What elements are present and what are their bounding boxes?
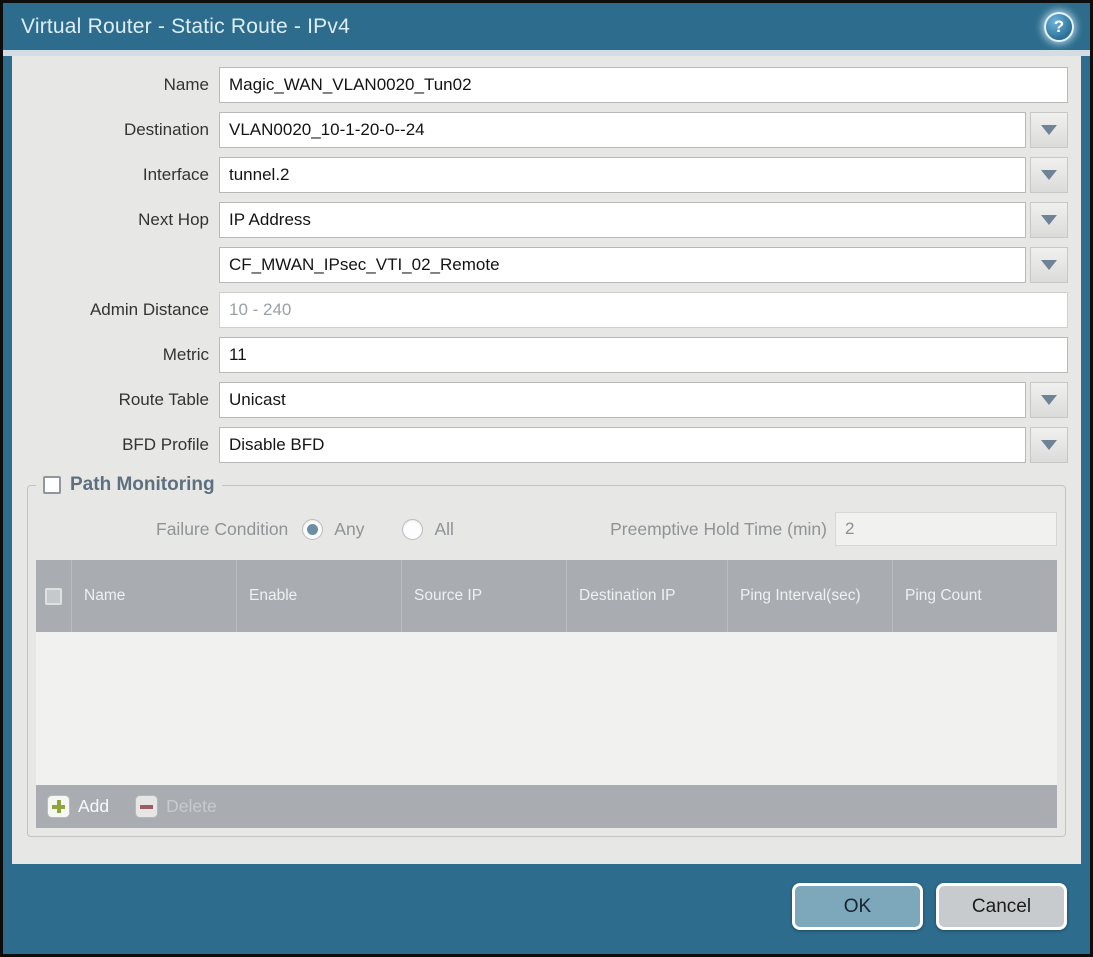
- route-table-dropdown-button[interactable]: [1030, 382, 1068, 418]
- table-toolbar: Add Delete: [36, 785, 1057, 828]
- interface-dropdown-button[interactable]: [1030, 157, 1068, 193]
- column-header-enable[interactable]: Enable: [236, 560, 401, 632]
- name-input[interactable]: [219, 67, 1068, 103]
- failure-condition-row: Failure Condition Any All Preemptive Hol…: [36, 511, 1057, 547]
- path-monitoring-table: Name Enable Source IP Destination IP Pin…: [36, 560, 1057, 828]
- next-hop-label: Next Hop: [25, 210, 219, 230]
- path-monitoring-section: Path Monitoring Failure Condition Any Al…: [27, 474, 1066, 837]
- chevron-down-icon: [1041, 260, 1057, 270]
- failure-condition-option-any[interactable]: Any: [288, 519, 364, 540]
- form-row-admin-distance: Admin Distance: [25, 292, 1068, 328]
- column-header-source-ip[interactable]: Source IP: [401, 560, 566, 632]
- select-all-checkbox[interactable]: [45, 588, 62, 605]
- path-monitoring-title: Path Monitoring: [70, 474, 215, 496]
- form-row-destination: Destination: [25, 112, 1068, 148]
- column-header-ping-interval[interactable]: Ping Interval(sec): [727, 560, 892, 632]
- dialog-titlebar: Virtual Router - Static Route - IPv4 ?: [3, 3, 1090, 50]
- cancel-button[interactable]: Cancel: [936, 883, 1067, 930]
- delete-button[interactable]: Delete: [135, 795, 217, 818]
- destination-input[interactable]: [219, 112, 1026, 148]
- minus-icon: [135, 795, 158, 818]
- bfd-profile-input[interactable]: [219, 427, 1026, 463]
- form-row-name: Name: [25, 67, 1068, 103]
- bfd-profile-label: BFD Profile: [25, 435, 219, 455]
- dialog-body: Name Destination Interface Next Hop: [12, 56, 1081, 864]
- interface-input[interactable]: [219, 157, 1026, 193]
- table-header-row: Name Enable Source IP Destination IP Pin…: [36, 560, 1057, 632]
- chevron-down-icon: [1041, 395, 1057, 405]
- next-hop-address-input[interactable]: [219, 247, 1026, 283]
- admin-distance-label: Admin Distance: [25, 300, 219, 320]
- column-header-destination-ip[interactable]: Destination IP: [566, 560, 727, 632]
- preemptive-hold-time-label: Preemptive Hold Time (min): [610, 519, 835, 540]
- next-hop-type-input[interactable]: [219, 202, 1026, 238]
- path-monitoring-legend: Path Monitoring: [36, 474, 222, 496]
- ok-button[interactable]: OK: [792, 883, 923, 930]
- select-all-column-header: [36, 560, 71, 632]
- dialog-frame: Virtual Router - Static Route - IPv4 ? N…: [0, 0, 1093, 957]
- radio-all-icon[interactable]: [402, 519, 423, 540]
- metric-input[interactable]: [219, 337, 1068, 373]
- dialog-footer: OK Cancel: [3, 864, 1090, 954]
- failure-condition-label: Failure Condition: [156, 519, 288, 540]
- radio-all-label: All: [434, 519, 453, 540]
- column-header-name[interactable]: Name: [71, 560, 236, 632]
- dialog-title: Virtual Router - Static Route - IPv4: [21, 15, 350, 39]
- add-button-label: Add: [78, 796, 109, 817]
- next-hop-address-dropdown-button[interactable]: [1030, 247, 1068, 283]
- dialog-window: Virtual Router - Static Route - IPv4 ? N…: [3, 3, 1090, 954]
- radio-any-label: Any: [334, 519, 364, 540]
- table-body-empty: [36, 632, 1057, 785]
- chevron-down-icon: [1041, 125, 1057, 135]
- add-button[interactable]: Add: [47, 795, 109, 818]
- destination-dropdown-button[interactable]: [1030, 112, 1068, 148]
- preemptive-hold-time-group: Preemptive Hold Time (min): [610, 512, 1057, 546]
- path-monitoring-checkbox[interactable]: [43, 476, 61, 494]
- help-icon[interactable]: ?: [1044, 12, 1074, 42]
- form-row-next-hop-address: [25, 247, 1068, 283]
- name-label: Name: [25, 75, 219, 95]
- route-table-label: Route Table: [25, 390, 219, 410]
- form-row-interface: Interface: [25, 157, 1068, 193]
- admin-distance-input[interactable]: [219, 292, 1068, 328]
- chevron-down-icon: [1041, 440, 1057, 450]
- route-table-input[interactable]: [219, 382, 1026, 418]
- delete-button-label: Delete: [166, 796, 217, 817]
- form-row-metric: Metric: [25, 337, 1068, 373]
- next-hop-type-dropdown-button[interactable]: [1030, 202, 1068, 238]
- failure-condition-option-all[interactable]: All: [388, 519, 453, 540]
- form-row-route-table: Route Table: [25, 382, 1068, 418]
- destination-label: Destination: [25, 120, 219, 140]
- metric-label: Metric: [25, 345, 219, 365]
- interface-label: Interface: [25, 165, 219, 185]
- form-row-next-hop: Next Hop: [25, 202, 1068, 238]
- form-row-bfd-profile: BFD Profile: [25, 427, 1068, 463]
- radio-any-icon[interactable]: [302, 519, 323, 540]
- chevron-down-icon: [1041, 215, 1057, 225]
- column-header-ping-count[interactable]: Ping Count: [892, 560, 1057, 632]
- preemptive-hold-time-input[interactable]: [835, 512, 1057, 546]
- bfd-profile-dropdown-button[interactable]: [1030, 427, 1068, 463]
- plus-icon: [47, 795, 70, 818]
- chevron-down-icon: [1041, 170, 1057, 180]
